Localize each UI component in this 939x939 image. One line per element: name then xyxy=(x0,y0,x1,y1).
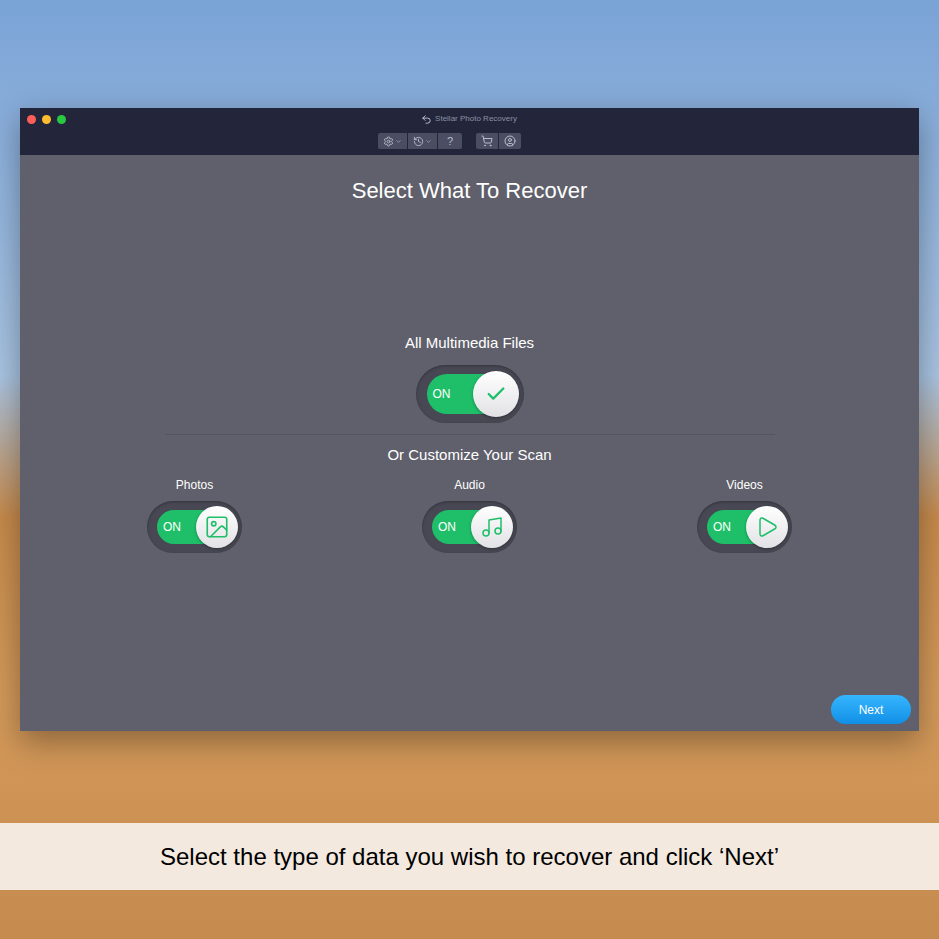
toggle-state: ON xyxy=(432,518,462,536)
content-panel: Select What To Recover All Multimedia Fil… xyxy=(20,155,919,731)
cart-icon xyxy=(481,135,493,147)
page-heading: Select What To Recover xyxy=(352,177,588,205)
toggle-switch[interactable]: ON xyxy=(422,501,517,553)
toggle-knob xyxy=(746,506,788,548)
option-item: Photos ON xyxy=(120,478,270,553)
music-icon xyxy=(480,515,504,539)
option-label: Audio xyxy=(454,478,485,492)
chevron-down-icon xyxy=(425,138,432,145)
play-icon xyxy=(755,515,779,539)
cart-button[interactable] xyxy=(476,133,498,149)
toggle-switch[interactable]: ON xyxy=(147,501,242,553)
toggle-state: ON xyxy=(157,518,187,536)
zoom-button[interactable] xyxy=(57,115,66,124)
back-arrow-icon xyxy=(421,114,432,125)
history-icon xyxy=(413,136,424,147)
gear-icon xyxy=(383,136,394,147)
all-media-label: All Multimedia Files xyxy=(405,333,534,353)
check-icon xyxy=(485,383,507,405)
option-label: Videos xyxy=(726,478,762,492)
option-item: Videos ON xyxy=(670,478,820,553)
help-button[interactable]: ? xyxy=(438,133,462,149)
divider xyxy=(165,434,775,435)
close-button[interactable] xyxy=(27,115,36,124)
toggle-knob xyxy=(196,506,238,548)
desktop: Stellar Photo Recovery?Select What To Re… xyxy=(0,0,939,939)
window-title: Stellar Photo Recovery xyxy=(435,113,517,125)
caption: Select the type of data you wish to reco… xyxy=(160,839,779,875)
user-icon xyxy=(504,135,516,147)
next-button[interactable]: Next xyxy=(831,695,911,724)
toggle-knob xyxy=(473,371,519,417)
toggle-state: ON xyxy=(707,518,737,536)
settings-button[interactable] xyxy=(378,133,407,149)
account-button[interactable] xyxy=(499,133,521,149)
image-icon xyxy=(204,514,230,540)
chevron-down-icon xyxy=(395,138,402,145)
title-bar: Stellar Photo Recovery? xyxy=(20,108,919,155)
history-button[interactable] xyxy=(408,133,437,149)
toggle-switch[interactable]: ON xyxy=(697,501,792,553)
customize-label: Or Customize Your Scan xyxy=(387,445,551,465)
options-row: Photos ON Audio ON Videos ON xyxy=(120,478,820,553)
minimize-button[interactable] xyxy=(42,115,51,124)
option-item: Audio ON xyxy=(395,478,545,553)
toolbar: ? xyxy=(0,130,919,149)
toggle-switch[interactable]: ON xyxy=(416,365,524,423)
app-window: Stellar Photo Recovery?Select What To Re… xyxy=(20,108,919,731)
option-label: Photos xyxy=(176,478,213,492)
toggle-state: ON xyxy=(427,385,457,403)
toggle-knob xyxy=(471,506,513,548)
